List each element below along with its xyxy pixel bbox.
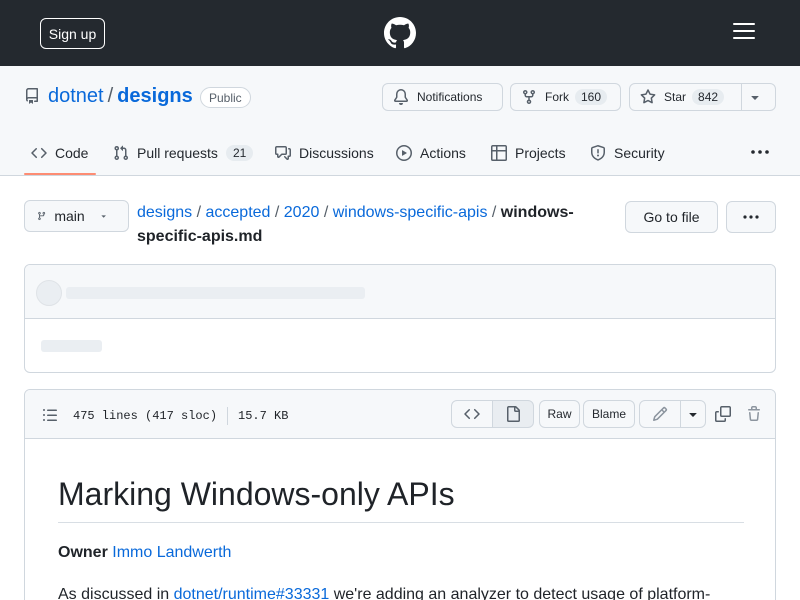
tab-discussions[interactable]: Discussions	[275, 138, 374, 168]
file-icon	[507, 406, 520, 422]
display-source-button[interactable]	[451, 400, 493, 428]
repo-name-link[interactable]: designs	[117, 85, 193, 108]
star-label: Star	[664, 90, 687, 104]
edit-options-dropdown[interactable]	[680, 400, 706, 428]
tab-security[interactable]: Security	[590, 138, 665, 168]
fork-count: 160	[575, 89, 608, 105]
list-unordered-icon[interactable]	[42, 407, 58, 423]
notifications-button[interactable]: Notifications	[382, 83, 503, 111]
triangle-down-icon	[750, 96, 759, 100]
copy-icon[interactable]	[715, 406, 731, 422]
owner-label: Owner	[58, 544, 108, 561]
branch-select-button[interactable]: main	[24, 200, 129, 232]
owner-line: Owner Immo Landwerth	[58, 543, 744, 563]
tab-actions[interactable]: Actions	[396, 138, 466, 168]
intro-suffix: we're adding an analyzer to detect usage…	[329, 586, 711, 600]
pull-request-icon	[114, 145, 129, 161]
code-icon	[464, 408, 480, 420]
star-icon	[640, 89, 656, 104]
sign-up-button[interactable]: Sign up	[40, 18, 105, 49]
repo-title-separator: /	[107, 85, 114, 107]
tab-security-label: Security	[614, 145, 665, 161]
commit-message-placeholder	[66, 287, 365, 299]
discussions-icon	[275, 146, 291, 160]
tab-discussions-label: Discussions	[299, 145, 374, 161]
repo-icon	[25, 88, 38, 104]
file-header: 475 lines (417 sloc) 15.7 KB Raw Blame	[25, 390, 775, 439]
repo-owner-link[interactable]: dotnet	[48, 85, 104, 108]
play-icon	[396, 145, 412, 161]
file-info-divider	[227, 407, 229, 425]
branch-name: main	[54, 208, 85, 224]
git-branch-icon	[38, 211, 46, 221]
latest-commit-box	[24, 264, 776, 373]
pencil-icon	[652, 406, 668, 422]
tab-actions-label: Actions	[420, 145, 466, 161]
issue-link[interactable]: dotnet/runtime#33331	[174, 586, 330, 600]
blame-button[interactable]: Blame	[583, 400, 635, 428]
star-count: 842	[692, 89, 725, 105]
table-icon	[491, 145, 507, 161]
owner-link[interactable]: Immo Landwerth	[112, 544, 231, 561]
file-size: 15.7 KB	[238, 409, 289, 423]
commit-header-skeleton	[25, 265, 775, 319]
file-breadcrumb: designs / accepted / 2020 / windows-spec…	[137, 204, 574, 245]
edit-file-button[interactable]	[639, 400, 681, 428]
raw-button[interactable]: Raw	[539, 400, 580, 428]
file-line-count: 475 lines (417 sloc)	[73, 409, 218, 423]
fork-icon	[523, 90, 535, 105]
shield-icon	[591, 145, 605, 161]
triangle-down-icon	[689, 413, 697, 417]
notifications-label: Notifications	[417, 90, 483, 104]
tab-projects[interactable]: Projects	[491, 138, 566, 168]
breadcrumb-designs[interactable]: designs	[137, 204, 192, 221]
contributors-placeholder	[41, 340, 102, 352]
tab-code[interactable]: Code	[31, 138, 88, 168]
file-viewer: 475 lines (417 sloc) 15.7 KB Raw Blame M…	[24, 389, 776, 600]
readme-content: Marking Windows-only APIs Owner Immo Lan…	[58, 439, 744, 600]
triangle-down-icon	[101, 215, 106, 218]
breadcrumb-2020[interactable]: 2020	[284, 204, 320, 221]
trash-icon[interactable]	[746, 406, 762, 422]
selected-tab-indicator	[24, 173, 96, 175]
display-rendered-button[interactable]	[492, 400, 534, 428]
star-button[interactable]: Star 842	[629, 83, 742, 111]
repo-title: dotnet / designs	[48, 85, 193, 108]
bell-icon	[394, 89, 408, 105]
tab-pull-requests[interactable]: Pull requests 21	[113, 138, 254, 168]
hamburger-icon[interactable]	[733, 23, 755, 43]
document-title: Marking Windows-only APIs	[58, 439, 744, 523]
avatar-placeholder	[36, 280, 62, 306]
code-icon	[31, 147, 47, 159]
tab-pull-requests-label: Pull requests	[137, 145, 218, 161]
kebab-horizontal-icon[interactable]	[749, 142, 771, 162]
github-mark-icon[interactable]	[384, 17, 416, 49]
site-header: Sign up	[0, 0, 800, 66]
intro-prefix: As discussed in	[58, 586, 174, 600]
breadcrumb-accepted[interactable]: accepted	[206, 204, 271, 221]
tab-code-label: Code	[55, 145, 89, 161]
fork-button[interactable]: Fork 160	[510, 83, 621, 111]
star-list-dropdown[interactable]	[741, 83, 776, 111]
visibility-badge: Public	[200, 87, 251, 108]
kebab-horizontal-icon	[743, 215, 759, 219]
pull-requests-count: 21	[225, 145, 254, 161]
tab-projects-label: Projects	[515, 145, 566, 161]
intro-paragraph: As discussed in dotnet/runtime#33331 we'…	[58, 583, 744, 600]
fork-label: Fork	[545, 90, 569, 104]
file-info: 475 lines (417 sloc) 15.7 KB	[73, 407, 288, 425]
go-to-file-button[interactable]: Go to file	[625, 201, 718, 233]
breadcrumb-windows-specific-apis[interactable]: windows-specific-apis	[333, 204, 488, 221]
more-options-button[interactable]	[726, 201, 776, 233]
